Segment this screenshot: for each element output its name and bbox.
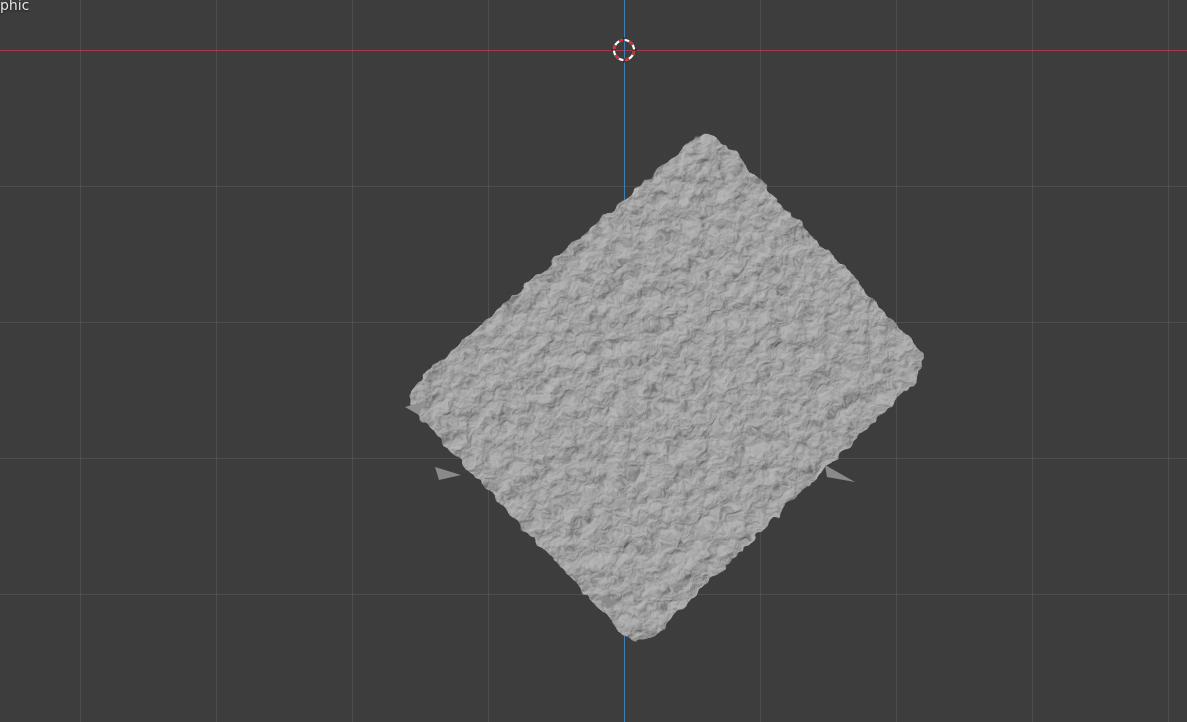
stone-mesh-object[interactable] (395, 125, 935, 655)
3d-viewport[interactable]: phic (0, 0, 1187, 722)
rock-spike (825, 465, 855, 482)
viewport-view-label: phic (0, 0, 30, 14)
x-axis-line (0, 50, 1187, 51)
stone-mesh-surface (410, 134, 922, 641)
rock-spike (435, 467, 461, 480)
3d-cursor-icon[interactable] (611, 37, 637, 63)
